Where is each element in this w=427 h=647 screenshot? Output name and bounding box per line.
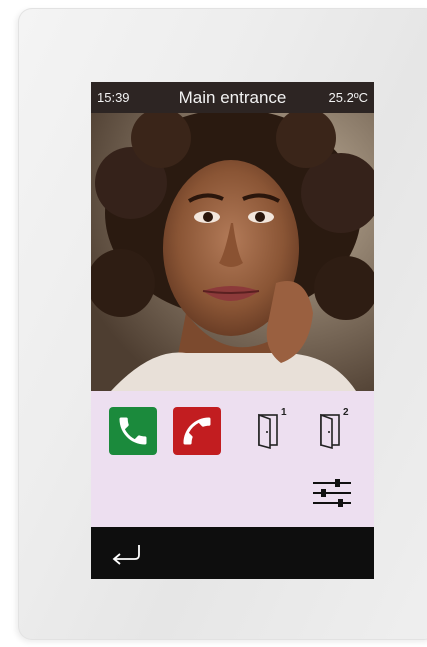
intercom-screen: 15:39 Main entrance 25.2ºC 1 2 (91, 82, 374, 579)
temperature-readout: 25.2ºC (328, 90, 368, 105)
sliders-icon (313, 479, 351, 507)
door-1-label: 1 (281, 407, 287, 418)
open-door-1-button[interactable]: 1 (256, 407, 290, 451)
phone-accept-icon (119, 417, 147, 445)
settings-button[interactable] (313, 478, 351, 508)
visitor-video-image (91, 113, 374, 391)
reject-call-button[interactable] (173, 407, 221, 455)
navigation-bar (91, 527, 374, 579)
status-bar: 15:39 Main entrance 25.2ºC (91, 82, 374, 113)
back-button[interactable] (109, 541, 143, 565)
camera-video-feed (91, 113, 374, 391)
phone-reject-icon (183, 417, 211, 445)
door-2-label: 2 (343, 407, 349, 418)
call-controls-panel: 1 2 (91, 391, 374, 527)
open-door-2-button[interactable]: 2 (318, 407, 352, 451)
back-arrow-icon (112, 545, 140, 565)
accept-call-button[interactable] (109, 407, 157, 455)
